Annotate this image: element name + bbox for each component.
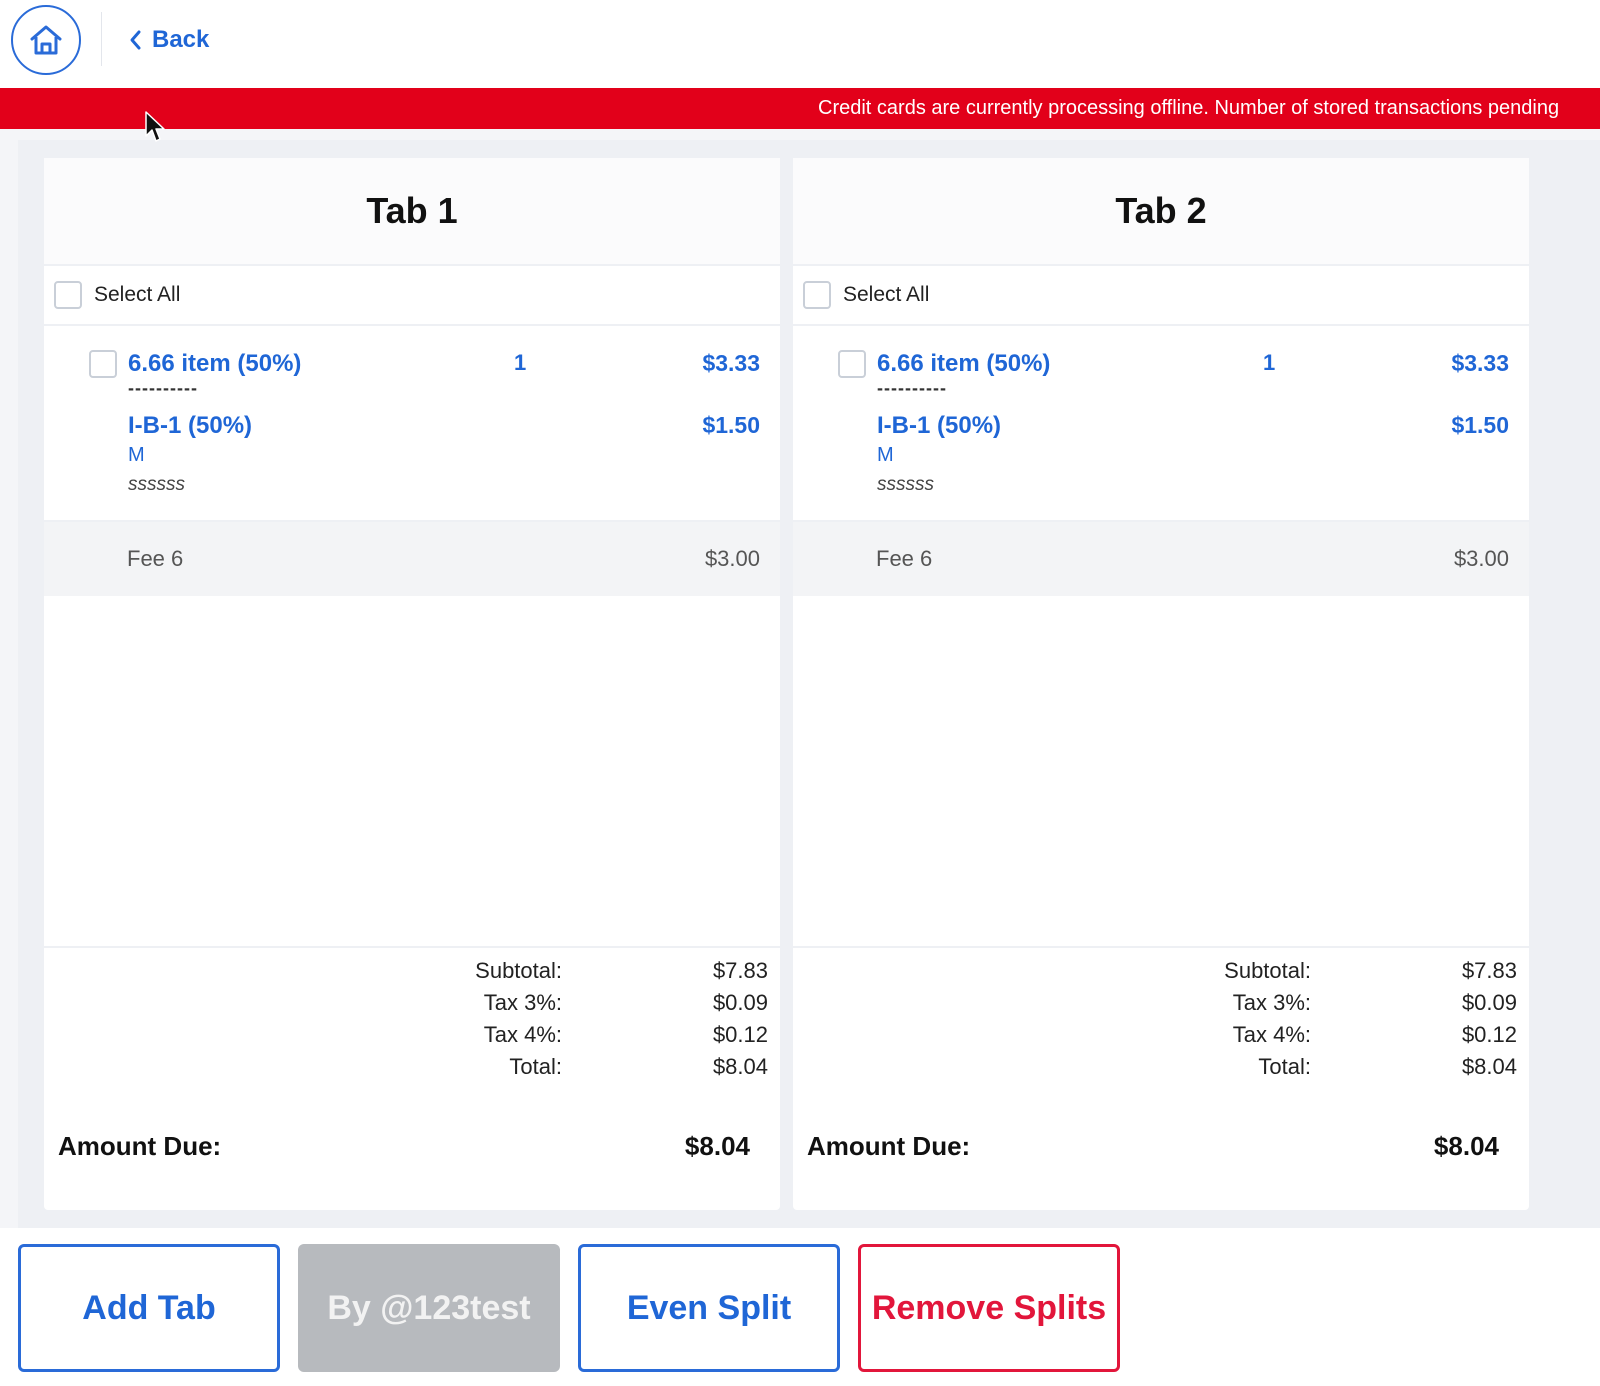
tax4-row: Tax 4%: $0.12 [44, 1022, 780, 1054]
tax3-row: Tax 3%: $0.09 [793, 990, 1529, 1022]
subtotal-value: $7.83 [1461, 958, 1517, 983]
tax4-value: $0.12 [1461, 1022, 1517, 1047]
select-all-row[interactable]: Select All [44, 266, 780, 326]
totals-block: Subtotal: $7.83 Tax 3%: $0.09 Tax 4%: $0… [44, 948, 780, 1118]
total-label: Total: [509, 1054, 562, 1079]
amount-due: Amount Due: $8.04 [807, 1131, 1507, 1171]
item-checkbox[interactable] [838, 350, 866, 378]
items-empty-area [793, 596, 1529, 948]
top-divider [101, 12, 102, 66]
modifier-price: $1.50 [1451, 412, 1509, 438]
home-button[interactable] [11, 5, 81, 75]
offline-banner-text: Credit cards are currently processing of… [818, 97, 1560, 119]
home-icon [30, 25, 62, 55]
total-row: Total: $8.04 [44, 1054, 780, 1086]
chevron-left-icon [130, 30, 141, 50]
fee-amount: $3.00 [1453, 546, 1509, 571]
tax3-value: $0.09 [1461, 990, 1517, 1015]
amount-due: Amount Due: $8.04 [58, 1131, 758, 1171]
item-note: ssssss [877, 474, 934, 495]
even-split-button[interactable]: Even Split [578, 1244, 840, 1372]
item-note: ssssss [128, 474, 185, 495]
item-name[interactable]: 6.66 item (50%) [128, 350, 301, 378]
item-checkbox[interactable] [89, 350, 117, 378]
action-bar: Add Tab By @123test Even Split Remove Sp… [0, 1228, 1600, 1386]
select-all-checkbox[interactable] [54, 281, 82, 309]
subtotal-row: Subtotal: $7.83 [44, 958, 780, 990]
fee-label: Fee 6 [127, 546, 184, 571]
fee-row: Fee 6 $3.00 [793, 522, 1529, 596]
totals-block: Subtotal: $7.83 Tax 3%: $0.09 Tax 4%: $0… [793, 948, 1529, 1118]
item-name[interactable]: 6.66 item (50%) [877, 350, 1050, 378]
back-label: Back [152, 26, 210, 53]
tab-card-1: Tab 1 Select All 6.66 item (50%) 1 $3.33… [44, 158, 780, 1210]
top-bar: Back [0, 0, 1600, 88]
amount-due-value: $8.04 [684, 1131, 750, 1161]
tax3-value: $0.09 [712, 990, 768, 1015]
tax4-value: $0.12 [712, 1022, 768, 1047]
tax4-row: Tax 4%: $0.12 [793, 1022, 1529, 1054]
item-separator: ---------- [877, 378, 947, 398]
fee-label: Fee 6 [876, 546, 933, 571]
split-by-user-button[interactable]: By @123test [298, 1244, 560, 1372]
modifier-size: M [877, 444, 894, 466]
select-all-row[interactable]: Select All [793, 266, 1529, 326]
item-quantity: 1 [1263, 350, 1276, 375]
list-item[interactable]: 6.66 item (50%) 1 $3.33 ---------- I-B-1… [793, 326, 1529, 522]
item-quantity: 1 [514, 350, 527, 375]
total-row: Total: $8.04 [793, 1054, 1529, 1086]
tax3-label: Tax 3%: [483, 990, 562, 1015]
tax4-label: Tax 4%: [1232, 1022, 1311, 1047]
mouse-pointer-icon [145, 111, 165, 142]
select-all-label: Select All [94, 283, 181, 306]
total-value: $8.04 [1461, 1054, 1517, 1079]
fee-row: Fee 6 $3.00 [44, 522, 780, 596]
add-tab-button[interactable]: Add Tab [18, 1244, 280, 1372]
fee-amount: $3.00 [704, 546, 760, 571]
item-price: $3.33 [702, 350, 760, 376]
back-button[interactable]: Back [128, 22, 209, 58]
tax4-label: Tax 4%: [483, 1022, 562, 1047]
subtotal-label: Subtotal: [475, 958, 562, 983]
item-price: $3.33 [1451, 350, 1509, 376]
tab-title: Tab 2 [793, 158, 1529, 266]
total-label: Total: [1258, 1054, 1311, 1079]
subtotal-value: $7.83 [712, 958, 768, 983]
select-all-label: Select All [843, 283, 930, 306]
offline-banner: Credit cards are currently processing of… [0, 88, 1600, 129]
amount-due-label: Amount Due: [58, 1131, 222, 1161]
item-separator: ---------- [128, 378, 198, 398]
tax3-label: Tax 3%: [1232, 990, 1311, 1015]
list-item[interactable]: 6.66 item (50%) 1 $3.33 ---------- I-B-1… [44, 326, 780, 522]
modifier-price: $1.50 [702, 412, 760, 438]
select-all-checkbox[interactable] [803, 281, 831, 309]
tax3-row: Tax 3%: $0.09 [44, 990, 780, 1022]
subtotal-label: Subtotal: [1224, 958, 1311, 983]
remove-splits-button[interactable]: Remove Splits [858, 1244, 1120, 1372]
items-empty-area [44, 596, 780, 948]
modifier-name: I-B-1 (50%) [128, 412, 253, 439]
amount-due-value: $8.04 [1433, 1131, 1499, 1161]
amount-due-label: Amount Due: [807, 1131, 971, 1161]
total-value: $8.04 [712, 1054, 768, 1079]
tab-card-2: Tab 2 Select All 6.66 item (50%) 1 $3.33… [793, 158, 1529, 1210]
subtotal-row: Subtotal: $7.83 [793, 958, 1529, 990]
tab-title: Tab 1 [44, 158, 780, 266]
modifier-name: I-B-1 (50%) [877, 412, 1002, 439]
modifier-size: M [128, 444, 145, 466]
